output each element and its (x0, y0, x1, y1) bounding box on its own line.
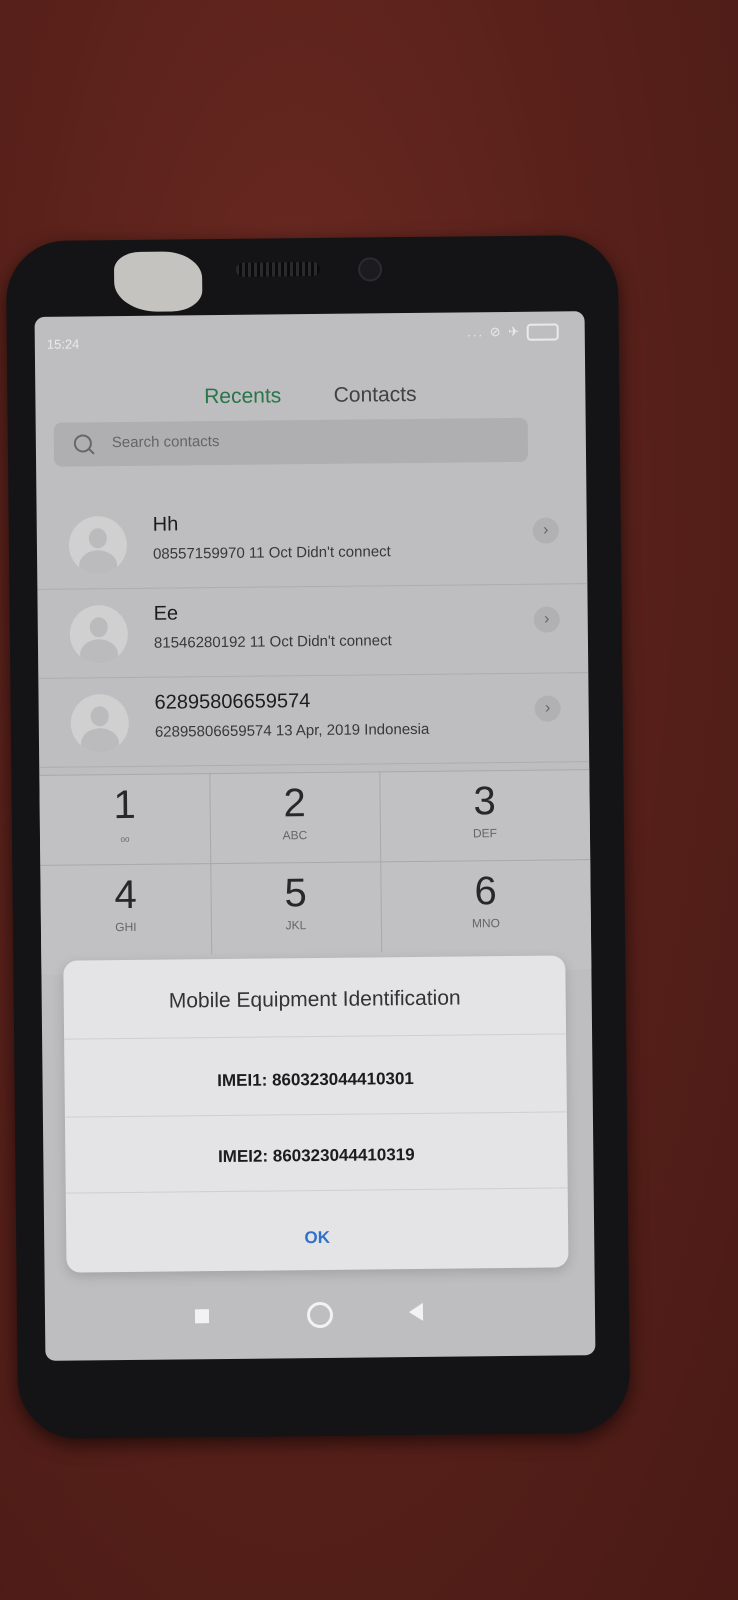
imei2-text: IMEI2: 860323044410319 (217, 1145, 415, 1167)
navigation-bar (45, 1281, 596, 1347)
back-nav-icon[interactable] (408, 1302, 424, 1322)
phone-screen: 15:24 ... ⊘ ✈ Recents Contacts Search co… (34, 311, 596, 1361)
front-camera (357, 257, 383, 282)
ok-button[interactable]: OK (66, 1225, 568, 1250)
phone-device: 15:24 ... ⊘ ✈ Recents Contacts Search co… (5, 234, 631, 1440)
divider (64, 1111, 567, 1118)
divider (64, 1033, 567, 1040)
recents-nav-icon[interactable] (194, 1309, 210, 1324)
earpiece-speaker (235, 261, 321, 277)
dialog-title: Mobile Equipment Identification (168, 986, 461, 1013)
home-nav-icon[interactable] (306, 1301, 334, 1329)
imei-dialog: Mobile Equipment Identification IMEI1: 8… (63, 955, 569, 1273)
divider (65, 1187, 568, 1194)
imei1-text: IMEI1: 860323044410301 (217, 1069, 414, 1091)
sticker-residue (113, 251, 203, 313)
